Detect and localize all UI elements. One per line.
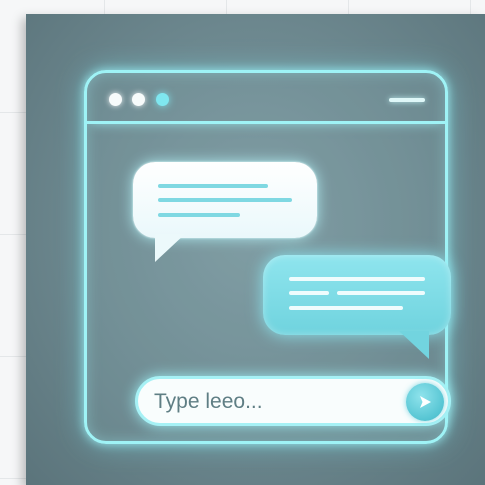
window-dot-close[interactable] bbox=[109, 93, 122, 106]
window-titlebar bbox=[87, 73, 445, 124]
message-bubble-received bbox=[133, 162, 317, 262]
menu-icon[interactable] bbox=[389, 98, 425, 102]
page-background bbox=[0, 0, 485, 485]
send-icon bbox=[420, 396, 431, 408]
text-line-placeholder bbox=[337, 291, 425, 295]
window-dot-minimize[interactable] bbox=[132, 93, 145, 106]
message-bubble-sent bbox=[263, 255, 451, 359]
message-input[interactable] bbox=[152, 388, 396, 416]
bubble-tail bbox=[399, 331, 429, 359]
send-button[interactable] bbox=[406, 383, 444, 421]
illustration-panel bbox=[26, 14, 485, 485]
text-line-placeholder bbox=[158, 184, 268, 188]
text-line-placeholder bbox=[289, 291, 329, 295]
window-dot-maximize[interactable] bbox=[156, 93, 169, 106]
text-line-placeholder bbox=[158, 198, 292, 202]
bubble-tail bbox=[155, 234, 185, 262]
text-line-placeholder bbox=[158, 213, 240, 217]
chat-window bbox=[84, 70, 451, 444]
text-line-placeholder bbox=[289, 306, 403, 310]
text-line-placeholder bbox=[289, 277, 425, 281]
message-composer bbox=[135, 376, 451, 426]
